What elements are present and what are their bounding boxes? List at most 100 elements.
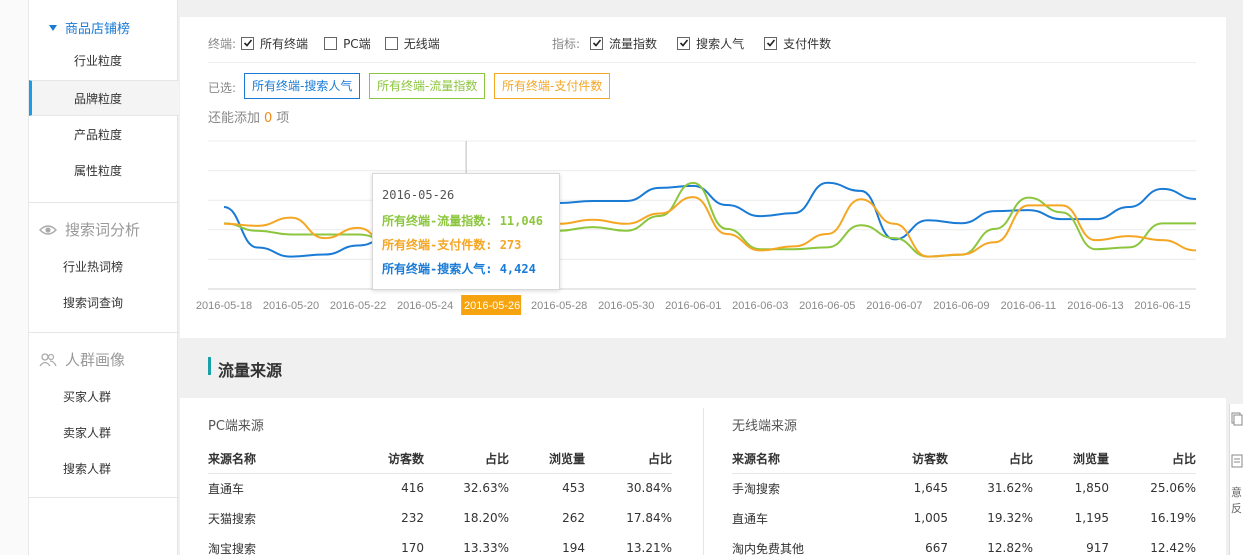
x-tick-label: 2016-06-11 (1001, 300, 1056, 312)
cell: 917 (1086, 541, 1109, 555)
cell: 30.84% (626, 481, 672, 496)
tooltip-date: 2016-05-26 (382, 188, 455, 202)
cell: 12.82% (987, 541, 1033, 555)
sidebar-panel: 商品店铺榜 行业粒度 品牌粒度 产品粒度 属性粒度 搜索词分析 行业热词榜 搜索… (28, 0, 179, 555)
sidebar-item-sellers[interactable]: 卖家人群 (29, 415, 179, 451)
cell: 16.19% (1150, 511, 1196, 525)
x-tick-label: 2016-05-26 (464, 300, 520, 312)
divider (29, 497, 179, 498)
x-tick-label: 2016-05-24 (397, 300, 453, 312)
trend-chart[interactable]: 2016-05-18 2016-05-20 2016-05-22 2016-05-24… (180, 17, 1226, 338)
tooltip-value: 11,046 (499, 214, 544, 228)
section-toggle-shop-rank[interactable]: 商品店铺榜 (47, 18, 130, 37)
cell: 淘内免费其他 (732, 541, 805, 555)
cell: 1,850 (1074, 481, 1109, 496)
feedback-strip[interactable]: 意 反 (1229, 404, 1243, 555)
group-title: 人群画像 (65, 351, 126, 369)
group-title: 搜索词分析 (65, 221, 141, 239)
table-row: 手淘搜索 1,645 31.62% 1,850 25.06% (732, 473, 1196, 503)
cell: 1,195 (1074, 511, 1109, 525)
cell: 直通车 (732, 511, 769, 526)
tooltip-label: 所有终端-流量指数: (382, 214, 493, 228)
x-tick-label: 2016-06-07 (866, 300, 922, 312)
sidebar-item-buyers[interactable]: 买家人群 (29, 379, 179, 415)
sidebar-item-word-query[interactable]: 搜索词查询 (29, 285, 179, 321)
table-row: 直通车 1,005 19.32% 1,195 16.19% (732, 503, 1196, 533)
mobile-source-table: 来源名称 访客数 占比 浏览量 占比 手淘搜索 1,645 31.62% 1,850 2… (732, 445, 1196, 555)
cell: 31.62% (987, 481, 1033, 496)
col-header: 浏览量 (1033, 445, 1109, 474)
caret-down-icon (49, 24, 57, 31)
divider (703, 408, 704, 555)
divider (29, 202, 179, 203)
section-marker (208, 357, 211, 375)
series-line (223, 181, 1197, 258)
sidebar: 商品店铺榜 行业粒度 品牌粒度 产品粒度 属性粒度 搜索词分析 行业热词榜 搜索… (0, 0, 179, 555)
table-row: 淘宝搜索 170 13.33% 194 13.21% (208, 533, 672, 555)
cell: 18.20% (463, 511, 509, 525)
group-search-analysis[interactable]: 搜索词分析 (39, 219, 179, 240)
tooltip-row-traffic: 所有终端-流量指数: 11,046 (382, 212, 543, 229)
tooltip-label: 所有终端-搜索人气: (382, 262, 493, 276)
cell: 淘宝搜索 (208, 541, 257, 555)
x-tick-label: 2016-05-30 (598, 300, 654, 312)
cell: 1,645 (913, 481, 948, 496)
col-header: 访客数 (882, 445, 948, 474)
x-tick-label: 2016-06-01 (665, 300, 721, 312)
eye-icon (39, 224, 57, 235)
col-header: 占比 (585, 445, 672, 474)
x-tick-label: 2016-06-09 (933, 300, 989, 312)
cell: 667 (925, 541, 948, 555)
sidebar-item-hot-words[interactable]: 行业热词榜 (29, 249, 179, 285)
cell: 直通车 (208, 481, 245, 496)
section-title: 商品店铺榜 (65, 22, 131, 37)
x-tick-label: 2016-06-03 (732, 300, 788, 312)
group-crowd-profile[interactable]: 人群画像 (39, 349, 179, 370)
sidebar-item-industry[interactable]: 行业粒度 (29, 43, 179, 79)
sidebar-item-label: 搜索词查询 (63, 296, 124, 310)
table-row: 天猫搜索 232 18.20% 262 17.84% (208, 503, 672, 533)
x-tick-label: 2016-06-13 (1067, 300, 1123, 312)
sidebar-item-label: 行业粒度 (74, 54, 123, 68)
feedback-label-1: 意 (1231, 486, 1242, 499)
cell: 416 (401, 481, 424, 496)
sidebar-item-product[interactable]: 产品粒度 (29, 117, 179, 153)
col-header: 访客数 (358, 445, 424, 474)
x-tick-label: 2016-05-20 (263, 300, 319, 312)
col-header: 占比 (424, 445, 509, 474)
cell: 手淘搜索 (732, 481, 781, 496)
divider (29, 332, 179, 333)
x-tick-label: 2016-05-18 (196, 300, 252, 312)
pc-source-table: 来源名称 访客数 占比 浏览量 占比 直通车 416 32.63% 453 30.84%… (208, 445, 672, 555)
tooltip-row-payment: 所有终端-支付件数: 273 (382, 236, 521, 253)
table-row: 淘内免费其他 667 12.82% 917 12.42% (732, 533, 1196, 555)
cell: 17.84% (626, 511, 672, 525)
cell: 194 (562, 541, 585, 555)
cell: 13.33% (463, 541, 509, 555)
cell: 232 (401, 511, 424, 525)
tooltip-value: 4,424 (499, 262, 536, 276)
col-header: 占比 (948, 445, 1033, 474)
tooltip-label: 所有终端-支付件数: (382, 238, 493, 252)
sidebar-item-searchers[interactable]: 搜索人群 (29, 451, 179, 487)
copy-icon (1231, 412, 1243, 426)
mobile-source-title: 无线端来源 (732, 419, 798, 434)
chart-tooltip: 2016-05-26 所有终端-流量指数: 11,046 所有终端-支付件数: … (372, 173, 560, 290)
sidebar-item-label: 卖家人群 (63, 426, 112, 440)
sidebar-item-brand[interactable]: 品牌粒度 (29, 80, 179, 116)
table-row: 直通车 416 32.63% 453 30.84% (208, 473, 672, 503)
x-tick-label: 2016-06-05 (799, 300, 855, 312)
col-header: 占比 (1109, 445, 1196, 474)
traffic-section-header: 流量来源 (180, 340, 1226, 398)
sidebar-item-attribute[interactable]: 属性粒度 (29, 153, 179, 189)
cell: 25.06% (1150, 481, 1196, 496)
feedback-label-2: 反 (1231, 502, 1242, 515)
cell: 天猫搜索 (208, 511, 257, 526)
table-header-row: 来源名称 访客数 占比 浏览量 占比 (208, 445, 672, 474)
doc-icon (1231, 454, 1243, 468)
cell: 170 (401, 541, 424, 555)
sidebar-item-label: 属性粒度 (74, 164, 123, 178)
sidebar-item-label: 买家人群 (63, 390, 112, 404)
x-tick-label: 2016-06-15 (1134, 300, 1190, 312)
sidebar-item-label: 行业热词榜 (63, 260, 124, 274)
